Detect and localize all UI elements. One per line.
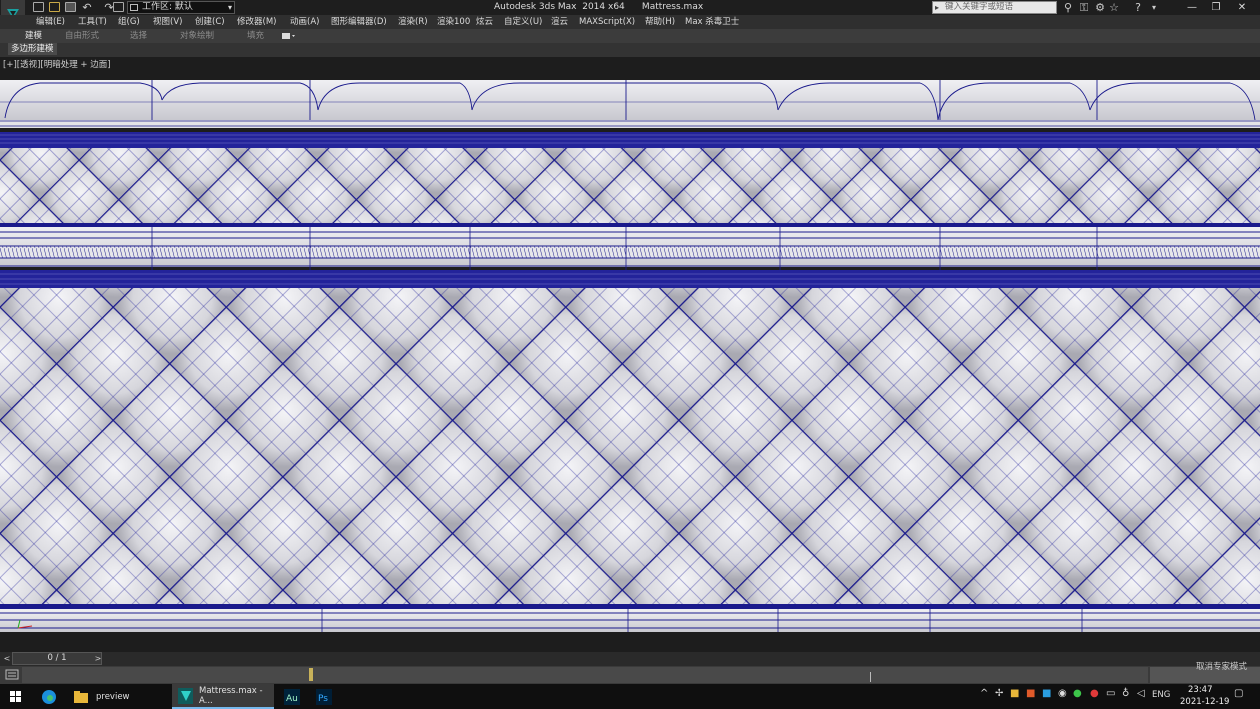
ribbon-panel-bar bbox=[0, 43, 1260, 57]
menu-xuanyun[interactable]: 炫云 bbox=[476, 15, 493, 29]
close-button[interactable]: ✕ bbox=[1222, 0, 1260, 15]
tray-power-icon[interactable]: ♁ bbox=[1122, 688, 1129, 699]
menu-group[interactable]: 组(G) bbox=[118, 15, 140, 29]
undo-icon[interactable]: ↶ bbox=[79, 0, 95, 15]
menu-maxscript[interactable]: MAXScript(X) bbox=[579, 15, 635, 29]
chevron-down-icon: ▾ bbox=[227, 3, 232, 12]
menu-rendering[interactable]: 渲染(R) bbox=[398, 15, 428, 29]
workspace-select[interactable]: 工作区: 默认 ▾ bbox=[127, 1, 235, 14]
workspace-icon bbox=[130, 4, 138, 11]
menu-modifiers[interactable]: 修改器(M) bbox=[237, 15, 276, 29]
tab-freeform[interactable]: 自由形式 bbox=[65, 29, 99, 43]
ribbon-toggle-icon[interactable] bbox=[282, 32, 295, 40]
tray-antivirus-icon[interactable]: ● bbox=[1090, 688, 1099, 699]
menu-animation[interactable]: 动画(A) bbox=[290, 15, 319, 29]
save-icon[interactable] bbox=[65, 2, 76, 12]
time-key-marker[interactable] bbox=[309, 668, 313, 681]
window-title: Autodesk 3ds Max 2014 x64 Mattress.max bbox=[494, 2, 704, 12]
mattress-viewport-canvas[interactable] bbox=[0, 80, 1260, 632]
menu-create[interactable]: 创建(C) bbox=[195, 15, 225, 29]
time-configuration-icon[interactable] bbox=[5, 668, 19, 680]
help-icon[interactable]: ? bbox=[1130, 0, 1146, 15]
taskbar-item-preview[interactable]: preview bbox=[66, 684, 166, 709]
time-next-button[interactable]: > bbox=[93, 652, 103, 665]
tab-modeling[interactable]: 建模 bbox=[25, 29, 42, 43]
windows-start-icon bbox=[10, 690, 21, 702]
time-prev-button[interactable]: < bbox=[2, 652, 12, 665]
menu-edit[interactable]: 编辑(E) bbox=[36, 15, 65, 29]
viewport-label[interactable]: [+][透视][明暗处理 + 边面] bbox=[3, 59, 111, 71]
menu-customize[interactable]: 自定义(U) bbox=[504, 15, 542, 29]
taskbar-item-3dsmax[interactable]: Mattress.max - A... bbox=[172, 684, 274, 709]
menu-views[interactable]: 视图(V) bbox=[153, 15, 182, 29]
tray-folder-icon[interactable]: ■ bbox=[1010, 688, 1019, 699]
binoculars-icon[interactable]: ⚲ bbox=[1060, 0, 1076, 15]
polygon-modeling-panel[interactable]: 多边形建模 bbox=[8, 43, 57, 55]
key-icon[interactable]: ⚿ bbox=[1076, 0, 1092, 15]
search-input[interactable]: ▸ 键入关键字或短语 bbox=[932, 1, 1057, 14]
menu-xuanyun2[interactable]: 渲云 bbox=[551, 15, 568, 29]
clock-date[interactable]: 2021-12-19 bbox=[1180, 697, 1229, 707]
menu-bar: 编辑(E) 工具(T) 组(G) 视图(V) 创建(C) 修改器(M) 动画(A… bbox=[0, 15, 1260, 29]
help-dropdown-icon[interactable]: ▾ bbox=[1146, 0, 1162, 15]
notification-icon[interactable]: ▢ bbox=[1234, 688, 1243, 699]
menu-antivirus[interactable]: Max 杀毒卫士 bbox=[685, 15, 739, 29]
track-tick bbox=[870, 672, 871, 682]
expert-mode-toggle[interactable]: 取消专家模式 bbox=[1196, 660, 1247, 674]
3dsmax-icon bbox=[178, 687, 193, 704]
open-icon[interactable] bbox=[49, 2, 60, 12]
menu-tools[interactable]: 工具(T) bbox=[78, 15, 107, 29]
taskbar-item-label: preview bbox=[96, 691, 130, 702]
ribbon-tabs: 建模 自由形式 选择 对象绘制 填充 bbox=[0, 29, 1260, 44]
tray-cloud-icon[interactable]: ■ bbox=[1042, 688, 1051, 699]
taskbar-item-label: Mattress.max - A... bbox=[198, 685, 263, 706]
tab-selection[interactable]: 选择 bbox=[130, 29, 147, 43]
menu-graph-editors[interactable]: 图形编辑器(D) bbox=[331, 15, 387, 29]
tray-ime-indicator[interactable]: ENG bbox=[1152, 690, 1170, 700]
track-bar-area[interactable] bbox=[22, 667, 1148, 683]
taskbar-item-photoshop[interactable]: Ps bbox=[312, 684, 336, 709]
search-placeholder: 键入关键字或短语 bbox=[945, 2, 1014, 12]
menu-render100[interactable]: 渲染100 bbox=[437, 15, 470, 29]
svg-text:Ps: Ps bbox=[318, 694, 328, 704]
menu-help[interactable]: 帮助(H) bbox=[645, 15, 675, 29]
photoshop-icon: Ps bbox=[316, 688, 332, 705]
tab-populate[interactable]: 填充 bbox=[247, 29, 264, 43]
edge-icon bbox=[42, 689, 56, 704]
edge-button[interactable] bbox=[34, 684, 64, 709]
new-icon[interactable] bbox=[33, 2, 44, 12]
search-arrow-icon: ▸ bbox=[935, 3, 940, 12]
workspace-label: 工作区: 默认 bbox=[142, 2, 193, 12]
taskbar-item-audition[interactable]: Au bbox=[280, 684, 304, 709]
project-icon[interactable] bbox=[113, 2, 124, 12]
tray-wechat-icon[interactable]: ● bbox=[1073, 688, 1082, 699]
tray-chevron-icon[interactable]: ^ bbox=[980, 688, 988, 699]
tray-bluetooth-icon[interactable]: ◉ bbox=[1058, 688, 1067, 699]
clock-time[interactable]: 23:47 bbox=[1188, 685, 1213, 695]
svg-text:Au: Au bbox=[286, 694, 298, 704]
tray-network-icon[interactable]: ✢ bbox=[995, 688, 1003, 699]
tray-volume-icon[interactable]: ◁ bbox=[1137, 688, 1145, 699]
frame-counter[interactable]: 0 / 1 bbox=[12, 652, 102, 665]
start-button[interactable] bbox=[0, 684, 32, 709]
audition-icon: Au bbox=[284, 688, 300, 705]
star-icon[interactable]: ☆ bbox=[1106, 0, 1122, 15]
tray-battery-icon[interactable]: ▭ bbox=[1106, 688, 1115, 699]
tab-object-paint[interactable]: 对象绘制 bbox=[180, 29, 214, 43]
time-slider[interactable] bbox=[0, 652, 1260, 666]
folder-icon bbox=[74, 690, 88, 703]
tray-app-icon[interactable]: ■ bbox=[1026, 688, 1035, 699]
